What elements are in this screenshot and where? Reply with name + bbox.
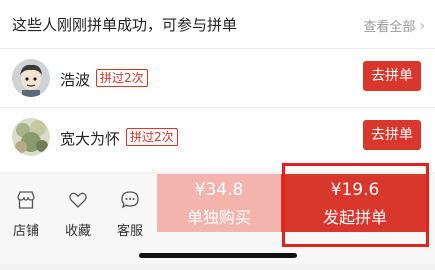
group-buy-title: 这些人刚刚拼单成功，可参与拼单	[12, 16, 238, 34]
group-buy-panel: 这些人刚刚拼单成功，可参与拼单 查看全部 › 浩波 拼过2次 去拼单 宽大为怀 …	[0, 0, 435, 172]
tab-favorite[interactable]: 收藏	[52, 184, 104, 242]
chevron-right-icon: ›	[419, 17, 425, 34]
chat-icon	[121, 191, 139, 209]
tab-label: 店铺	[12, 224, 39, 239]
group-row: 宽大为怀 拼过2次 去拼单	[0, 108, 435, 166]
joined-count-badge: 拼过2次	[96, 69, 148, 87]
member-name: 宽大为怀	[60, 130, 121, 148]
tab-customer-service[interactable]: 客服	[104, 184, 156, 242]
member-name: 浩波	[60, 71, 91, 89]
avatar	[12, 118, 50, 156]
view-all-link[interactable]: 查看全部 ›	[363, 16, 425, 36]
tab-label: 收藏	[64, 224, 91, 239]
heart-icon	[69, 192, 87, 208]
view-all-label: 查看全部	[363, 20, 416, 35]
solo-label: 单独购买	[186, 208, 251, 227]
home-indicator	[139, 253, 297, 258]
buy-solo-button[interactable]: ¥34.8 单独购买	[157, 174, 281, 232]
group-row: 浩波 拼过2次 去拼单	[0, 49, 435, 107]
join-group-button[interactable]: 去拼单	[363, 61, 421, 91]
join-group-button[interactable]: 去拼单	[363, 120, 421, 150]
group-buy-header: 这些人刚刚拼单成功，可参与拼单 查看全部 ›	[0, 0, 435, 48]
avatar	[12, 59, 50, 97]
joined-count-badge: 拼过2次	[126, 128, 178, 146]
tab-label: 客服	[116, 224, 143, 239]
solo-price: ¥34.8	[194, 180, 244, 200]
store-icon	[17, 191, 35, 209]
highlight-box	[282, 163, 429, 247]
tab-store[interactable]: 店铺	[0, 184, 52, 242]
